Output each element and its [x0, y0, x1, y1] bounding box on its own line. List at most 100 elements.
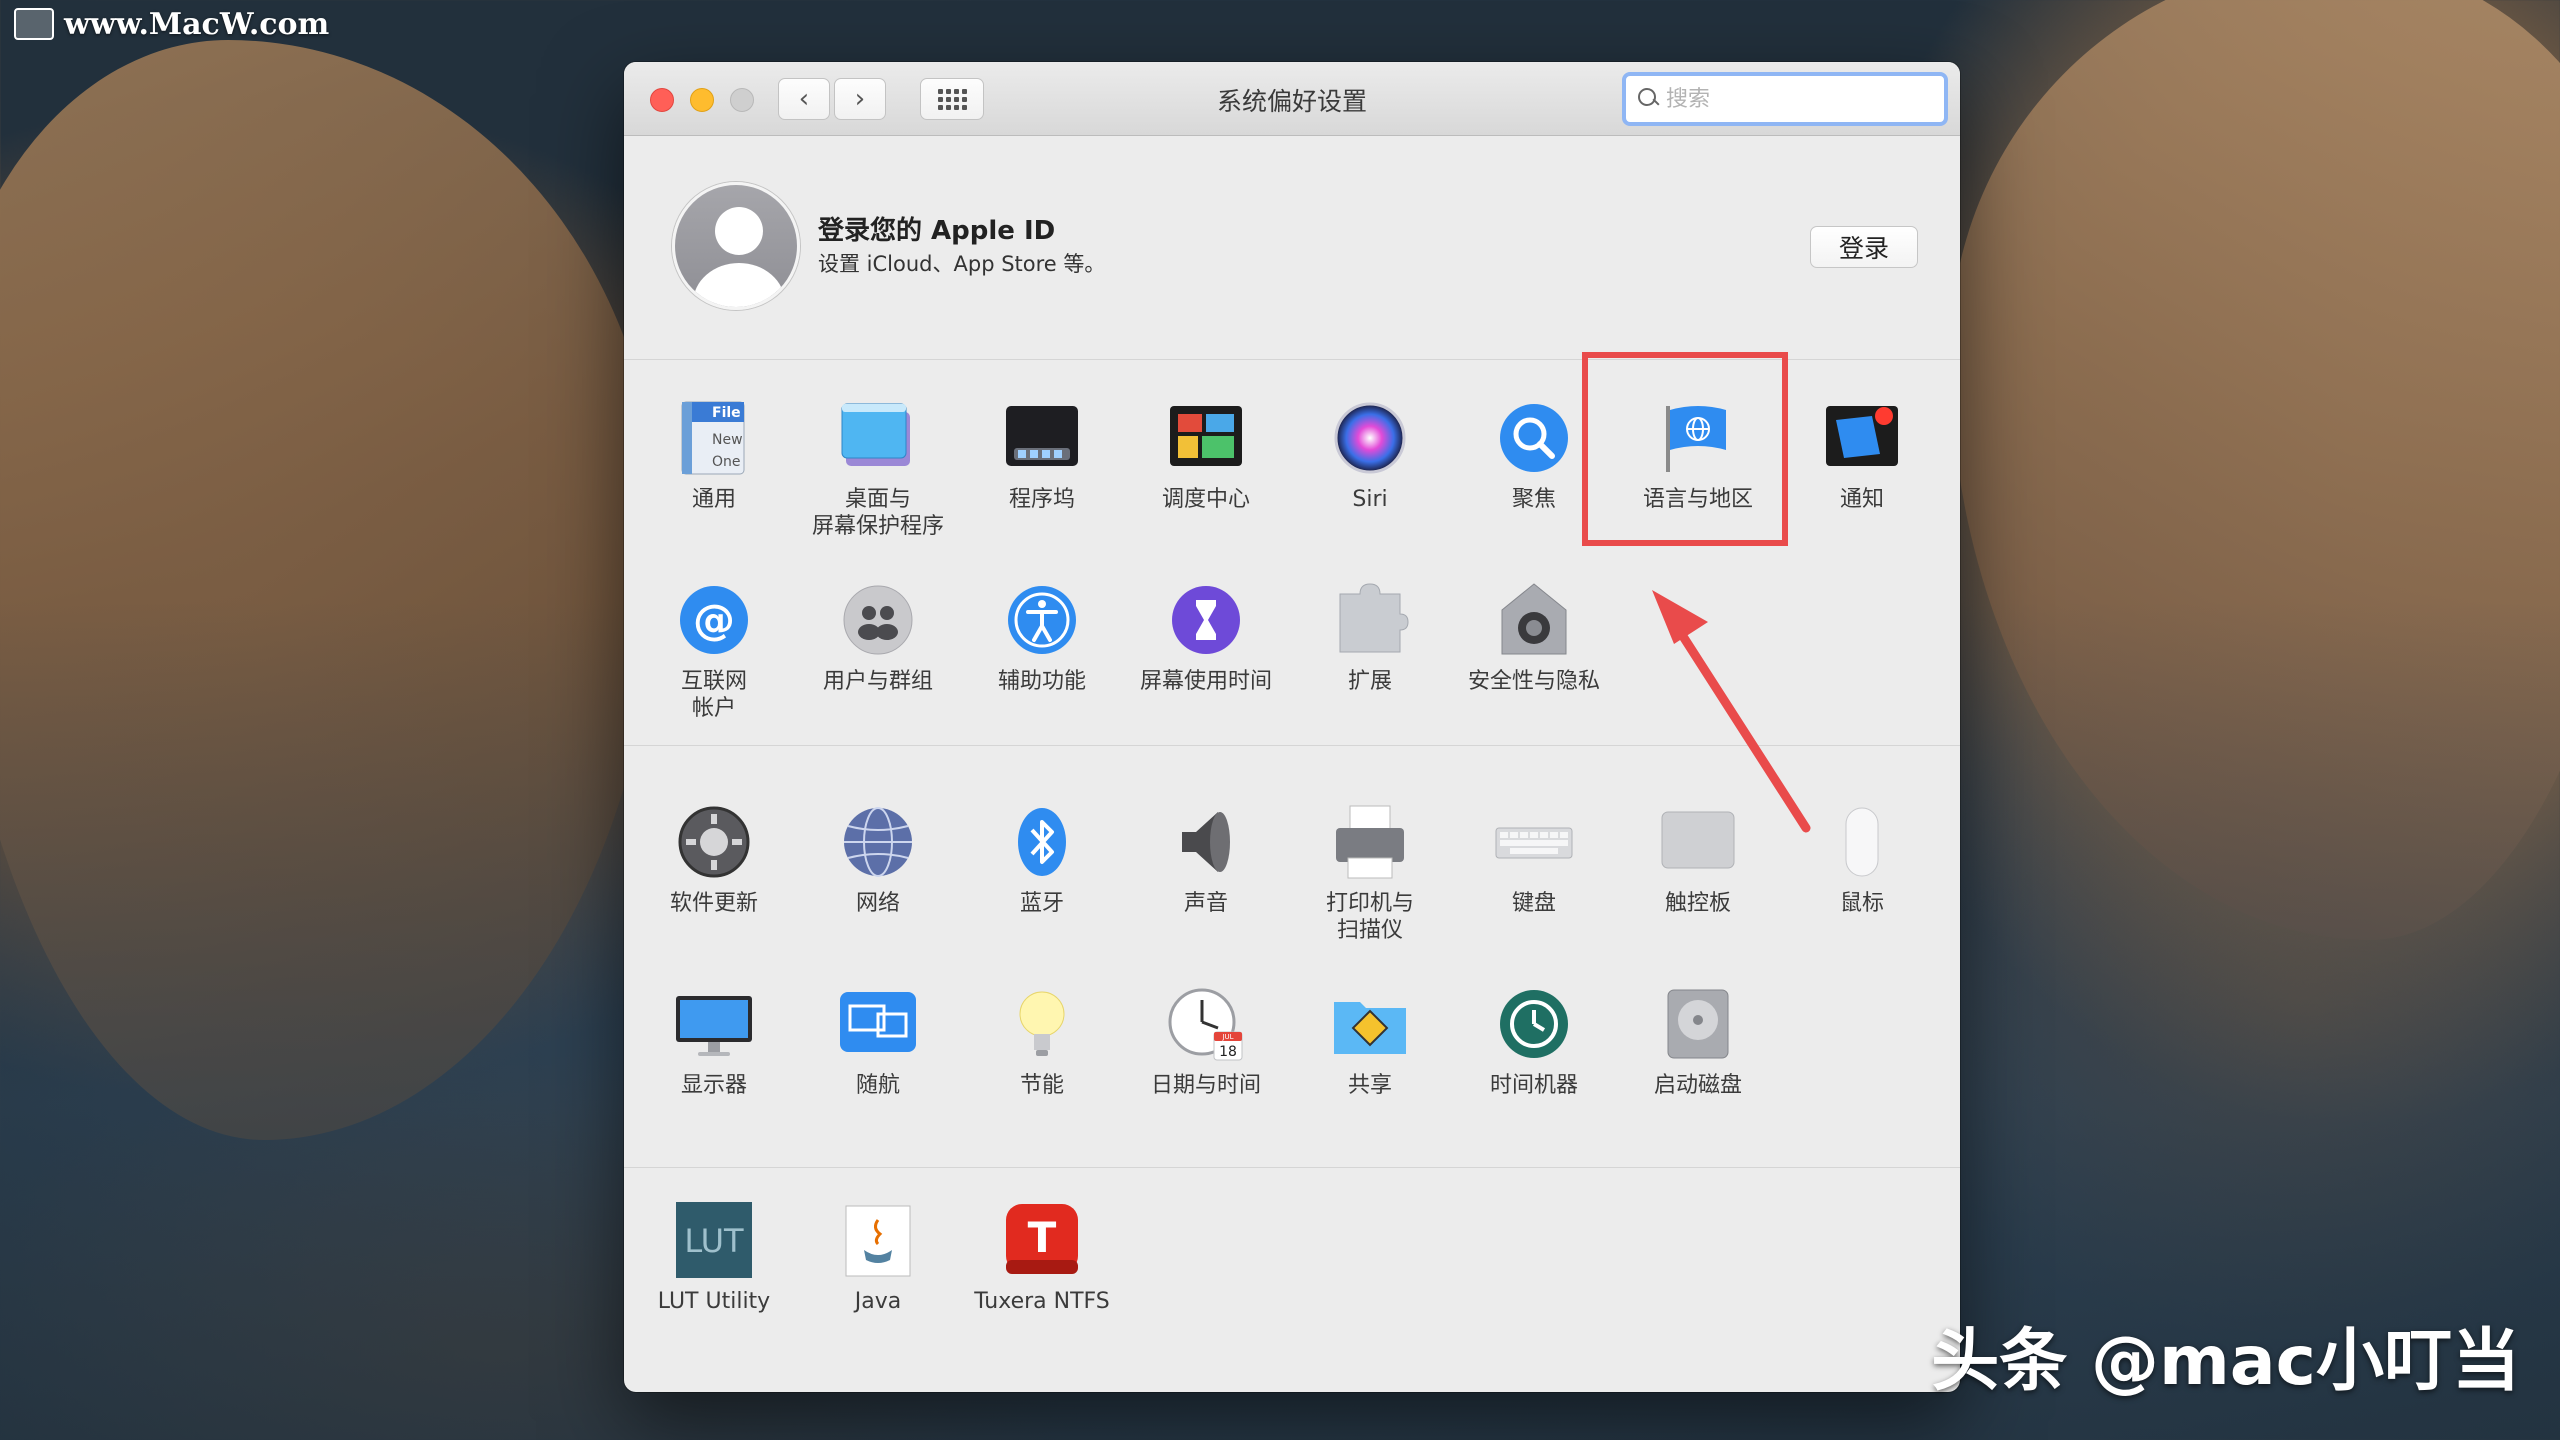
pref-extensions[interactable]: 扩展 — [1288, 580, 1452, 695]
pref-trackpad[interactable]: 触控板 — [1616, 802, 1780, 917]
svg-text:LUT: LUT — [684, 1222, 744, 1260]
svg-text:18: 18 — [1219, 1044, 1237, 1060]
pref-printers-scanners[interactable]: 打印机与 扫描仪 — [1288, 802, 1452, 944]
pref-startup-disk[interactable]: 启动磁盘 — [1616, 984, 1780, 1099]
personal-prefs-section: File New One 通用 桌面与 屏幕保护程序 程序坞 调度中心 Siri… — [624, 360, 1960, 746]
pref-label: 桌面与 屏幕保护程序 — [811, 487, 944, 539]
pref-label: 日期与时间 — [1150, 1073, 1261, 1098]
pref-language-region[interactable]: 语言与地区 — [1616, 398, 1780, 513]
mission-control-icon — [1166, 398, 1246, 478]
pref-internet-accounts[interactable]: @ 互联网 帐户 — [632, 580, 796, 722]
hardware-prefs-section: 软件更新 网络 蓝牙 声音 打印机与 扫描仪 键盘 触控板 鼠标 显示器 随航 … — [624, 746, 1960, 1168]
energy-saver-icon — [1002, 984, 1082, 1064]
accessibility-icon — [1002, 580, 1082, 660]
pref-date-time[interactable]: JUL 18 日期与时间 — [1124, 984, 1288, 1099]
date-time-icon: JUL 18 — [1166, 984, 1246, 1064]
pref-label: 软件更新 — [669, 891, 758, 916]
apple-id-heading: 登录您的 Apple ID — [818, 216, 1056, 246]
system-preferences-window: ‹ › 系统偏好设置 登录您的 Apple ID 设置 iCloud、App S… — [624, 62, 1960, 1392]
svg-text:File: File — [712, 405, 741, 421]
search-field[interactable] — [1622, 72, 1948, 126]
pref-notifications[interactable]: 通知 — [1780, 398, 1944, 513]
avatar[interactable] — [672, 182, 800, 310]
pref-mission-control[interactable]: 调度中心 — [1124, 398, 1288, 513]
pref-label: 键盘 — [1511, 891, 1556, 916]
watermark: www.MacW.com — [14, 6, 329, 42]
pref-label: 鼠标 — [1839, 891, 1884, 916]
watermark-logo-icon — [14, 8, 54, 40]
network-icon — [838, 802, 918, 882]
pref-keyboard[interactable]: 键盘 — [1452, 802, 1616, 917]
pref-java[interactable]: Java — [796, 1200, 960, 1315]
pref-software-update[interactable]: 软件更新 — [632, 802, 796, 917]
pref-label: 随航 — [855, 1073, 900, 1098]
pref-label: 聚焦 — [1511, 487, 1556, 512]
pref-label: 显示器 — [680, 1073, 747, 1098]
svg-text:New: New — [712, 432, 743, 448]
language-region-icon — [1658, 398, 1738, 478]
pref-sidecar[interactable]: 随航 — [796, 984, 960, 1099]
extensions-icon — [1330, 580, 1410, 660]
mouse-icon — [1822, 802, 1902, 882]
titlebar: ‹ › 系统偏好设置 — [624, 62, 1960, 136]
sidecar-icon — [838, 984, 918, 1064]
pref-label: 互联网 帐户 — [680, 669, 747, 721]
pref-desktop-screensaver[interactable]: 桌面与 屏幕保护程序 — [796, 398, 960, 540]
pref-label: 网络 — [855, 891, 900, 916]
pref-siri[interactable]: Siri — [1288, 398, 1452, 513]
pref-lut-utility[interactable]: LUT LUT Utility — [632, 1200, 796, 1315]
pref-bluetooth[interactable]: 蓝牙 — [960, 802, 1124, 917]
apple-id-section: 登录您的 Apple ID 设置 iCloud、App Store 等。 登录 — [624, 136, 1960, 360]
pref-displays[interactable]: 显示器 — [632, 984, 796, 1099]
sharing-icon — [1330, 984, 1410, 1064]
other-prefs-section: LUT LUT Utility Java T Tuxera NTFS — [624, 1168, 1960, 1390]
lut-utility-icon: LUT — [674, 1200, 754, 1280]
printer-icon — [1330, 802, 1410, 882]
pref-label: 声音 — [1183, 891, 1228, 916]
login-button[interactable]: 登录 — [1810, 226, 1918, 268]
pref-label: 屏幕使用时间 — [1139, 669, 1272, 694]
java-icon — [838, 1200, 918, 1280]
pref-spotlight[interactable]: 聚焦 — [1452, 398, 1616, 513]
general-icon: File New One — [674, 398, 754, 478]
svg-text:One: One — [712, 454, 741, 470]
pref-general[interactable]: File New One 通用 — [632, 398, 796, 513]
displays-icon — [674, 984, 754, 1064]
pref-mouse[interactable]: 鼠标 — [1780, 802, 1944, 917]
apple-id-subtitle: 设置 iCloud、App Store 等。 — [818, 252, 1106, 276]
search-input[interactable] — [1666, 86, 1926, 112]
pref-sound[interactable]: 声音 — [1124, 802, 1288, 917]
svg-text:T: T — [1028, 1213, 1057, 1262]
screen-time-icon — [1166, 580, 1246, 660]
pref-label: 安全性与隐私 — [1467, 669, 1600, 694]
dock-icon — [1002, 398, 1082, 478]
internet-accounts-icon: @ — [674, 580, 754, 660]
pref-label: 通用 — [691, 487, 736, 512]
bluetooth-icon — [1002, 802, 1082, 882]
pref-screen-time[interactable]: 屏幕使用时间 — [1124, 580, 1288, 695]
pref-label: Java — [854, 1289, 902, 1314]
pref-security-privacy[interactable]: 安全性与隐私 — [1452, 580, 1616, 695]
pref-label: 调度中心 — [1161, 487, 1250, 512]
security-icon — [1494, 580, 1574, 660]
pref-label: 用户与群组 — [822, 669, 933, 694]
pref-sharing[interactable]: 共享 — [1288, 984, 1452, 1099]
credit-watermark: 头条 @mac小叮当 — [1931, 1322, 2520, 1401]
svg-text:JUL: JUL — [1221, 1033, 1233, 1041]
desktop-icon — [838, 398, 918, 478]
pref-time-machine[interactable]: 时间机器 — [1452, 984, 1616, 1099]
pref-network[interactable]: 网络 — [796, 802, 960, 917]
pref-label: 扩展 — [1347, 669, 1392, 694]
siri-icon — [1330, 398, 1410, 478]
pref-label: 启动磁盘 — [1653, 1073, 1742, 1098]
pref-dock[interactable]: 程序坞 — [960, 398, 1124, 513]
pref-label: 语言与地区 — [1642, 487, 1753, 512]
watermark-text: www.MacW.com — [64, 6, 330, 42]
pref-energy-saver[interactable]: 节能 — [960, 984, 1124, 1099]
pref-tuxera-ntfs[interactable]: T Tuxera NTFS — [960, 1200, 1124, 1315]
pref-label: Tuxera NTFS — [974, 1289, 1110, 1314]
pref-users-groups[interactable]: 用户与群组 — [796, 580, 960, 695]
pref-label: 通知 — [1839, 487, 1884, 512]
keyboard-icon — [1494, 802, 1574, 882]
pref-accessibility[interactable]: 辅助功能 — [960, 580, 1124, 695]
